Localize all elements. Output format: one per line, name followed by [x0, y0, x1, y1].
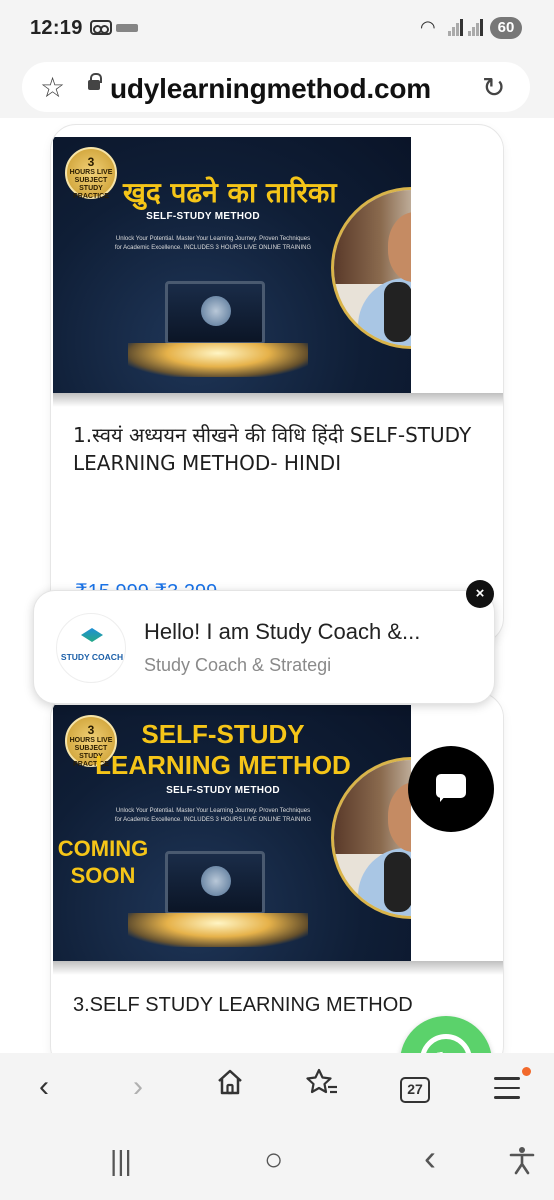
notification-dot — [522, 1067, 531, 1076]
banner-title: SELF-STUDY LEARNING METHOD — [95, 719, 351, 780]
browser-address-bar: ☆ udylearningmethod.com ↻ — [0, 58, 554, 118]
lock-icon[interactable] — [88, 73, 102, 90]
instructor-photo — [331, 757, 411, 919]
brain-icon — [201, 296, 231, 326]
clock: 12:19 — [30, 17, 83, 39]
reload-icon[interactable]: ↻ — [482, 71, 505, 104]
course-card[interactable]: 3 HOURS LIVE SUBJECT STUDY PRACTICE खुद … — [50, 124, 504, 644]
whatsapp-icon — [420, 1034, 472, 1053]
banner-tagline: Unlock Your Potential. Master Your Learn… — [114, 236, 312, 251]
browser-toolbar: ‹ › 27 — [0, 1053, 554, 1125]
recents-button[interactable]: ||| — [110, 1145, 132, 1177]
system-back-button[interactable]: ‹ — [424, 1137, 436, 1179]
page-content: 3 HOURS LIVE SUBJECT STUDY PRACTICE खुद … — [0, 118, 554, 1053]
book-illustration — [128, 343, 308, 377]
chat-greeting-popup[interactable]: STUDY COACH Hello! I am Study Coach &...… — [33, 590, 495, 704]
accessibility-icon[interactable] — [508, 1145, 536, 1182]
banner-subtitle: SELF-STUDY METHOD — [166, 785, 280, 796]
laptop-illustration — [165, 281, 265, 345]
menu-icon[interactable] — [494, 1077, 520, 1106]
close-popup-button[interactable]: × — [466, 580, 494, 608]
popup-subtitle: Study Coach & Strategi — [144, 655, 332, 675]
url-text[interactable]: udylearningmethod.com — [110, 73, 431, 105]
coming-soon-label: COMING SOON — [57, 836, 149, 888]
laptop-illustration — [165, 851, 265, 915]
chat-button[interactable] — [408, 746, 494, 832]
bookmarks-icon[interactable] — [302, 1067, 342, 1107]
popup-title[interactable]: Hello! I am Study Coach &... — [144, 619, 420, 645]
instructor-photo — [331, 187, 411, 349]
tabs-button[interactable]: 27 — [400, 1077, 430, 1103]
signal-icon — [468, 18, 484, 36]
url-field[interactable]: ☆ udylearningmethod.com ↻ — [22, 62, 530, 112]
app-notification-icon — [116, 24, 138, 32]
voicemail-icon — [90, 20, 112, 35]
system-nav-bar: ||| ○ ‹ — [0, 1125, 554, 1200]
course-banner-image[interactable]: 3 HOURS LIVE SUBJECT STUDY PRACTICE SELF… — [53, 705, 411, 961]
chat-bubble-icon — [436, 774, 466, 802]
live-hours-badge: 3 HOURS LIVE SUBJECT STUDY PRACTICE — [65, 147, 117, 200]
status-bar: 12:19 ◠ 60 — [0, 0, 554, 58]
course-title[interactable]: 3.SELF STUDY LEARNING METHOD — [73, 991, 493, 1019]
back-button[interactable]: ‹ — [24, 1067, 64, 1107]
signal-icon — [448, 18, 464, 36]
graduation-cap-icon — [81, 628, 103, 642]
forward-button[interactable]: › — [118, 1067, 158, 1107]
brain-icon — [201, 866, 231, 896]
banner-tagline: Unlock Your Potential. Master Your Learn… — [114, 808, 312, 823]
book-illustration — [128, 913, 308, 947]
star-icon[interactable]: ☆ — [40, 71, 65, 104]
course-card[interactable]: 3 HOURS LIVE SUBJECT STUDY PRACTICE SELF… — [50, 692, 504, 1053]
banner-title: खुद पढने का तारिका — [123, 176, 337, 209]
course-banner-image[interactable]: 3 HOURS LIVE SUBJECT STUDY PRACTICE खुद … — [53, 137, 411, 393]
wifi-icon: ◠ — [420, 17, 436, 37]
avatar-logo-text: STUDY COACH — [60, 652, 124, 662]
home-button[interactable]: ○ — [264, 1141, 283, 1178]
avatar: STUDY COACH — [56, 613, 126, 683]
battery-icon: 60 — [490, 17, 522, 39]
banner-subtitle: SELF-STUDY METHOD — [146, 211, 260, 222]
home-icon[interactable] — [210, 1067, 250, 1107]
course-title[interactable]: 1.स्वयं अध्ययन सीखने की विधि हिंदी SELF-… — [73, 421, 493, 477]
